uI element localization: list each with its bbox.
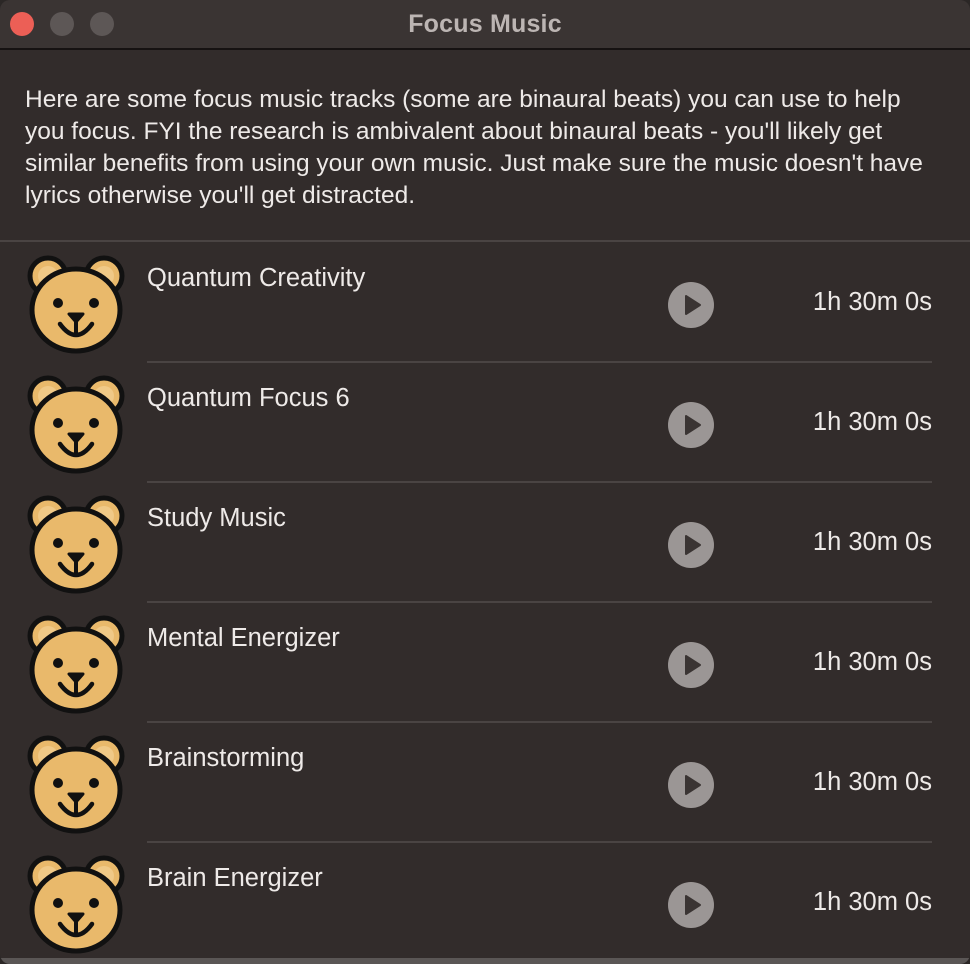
play-button[interactable]	[668, 282, 714, 328]
track-duration: 1h 30m 0s	[812, 888, 932, 916]
track-row: Brain Energizer 1h 30m 0s	[0, 842, 970, 962]
play-button[interactable]	[668, 402, 714, 448]
window-title: Focus Music	[408, 10, 562, 38]
track-duration: 1h 30m 0s	[812, 768, 932, 796]
bear-icon	[24, 254, 128, 354]
track-row: Study Music 1h 30m 0s	[0, 482, 970, 603]
play-button[interactable]	[668, 762, 714, 808]
play-icon	[685, 895, 701, 915]
track-duration: 1h 30m 0s	[812, 648, 932, 676]
track-row: Brainstorming 1h 30m 0s	[0, 722, 970, 843]
bear-icon	[24, 494, 128, 594]
window-bottom-edge	[0, 958, 970, 964]
play-icon	[685, 295, 701, 315]
play-icon	[685, 415, 701, 435]
track-title: Quantum Focus 6	[147, 384, 350, 412]
bear-icon	[24, 854, 128, 954]
track-title: Quantum Creativity	[147, 264, 366, 292]
play-icon	[685, 775, 701, 795]
play-button[interactable]	[668, 642, 714, 688]
bear-icon	[24, 374, 128, 474]
track-title: Study Music	[147, 504, 286, 532]
track-row: Quantum Focus 6 1h 30m 0s	[0, 362, 970, 483]
intro-text: Here are some focus music tracks (some a…	[25, 86, 923, 209]
track-row: Mental Energizer 1h 30m 0s	[0, 602, 970, 723]
play-icon	[685, 535, 701, 555]
bear-icon	[24, 614, 128, 714]
track-row: Quantum Creativity 1h 30m 0s	[0, 242, 970, 363]
track-title: Brainstorming	[147, 744, 305, 772]
track-title: Brain Energizer	[147, 864, 323, 892]
play-button[interactable]	[668, 882, 714, 928]
play-icon	[685, 655, 701, 675]
track-duration: 1h 30m 0s	[812, 528, 932, 556]
title-bar: Focus Music	[0, 0, 970, 50]
track-duration: 1h 30m 0s	[812, 288, 932, 316]
focus-music-window: Focus Music Here are some focus music tr…	[0, 0, 970, 964]
bear-icon	[24, 734, 128, 834]
track-title: Mental Energizer	[147, 624, 340, 652]
play-button[interactable]	[668, 522, 714, 568]
track-duration: 1h 30m 0s	[812, 408, 932, 436]
